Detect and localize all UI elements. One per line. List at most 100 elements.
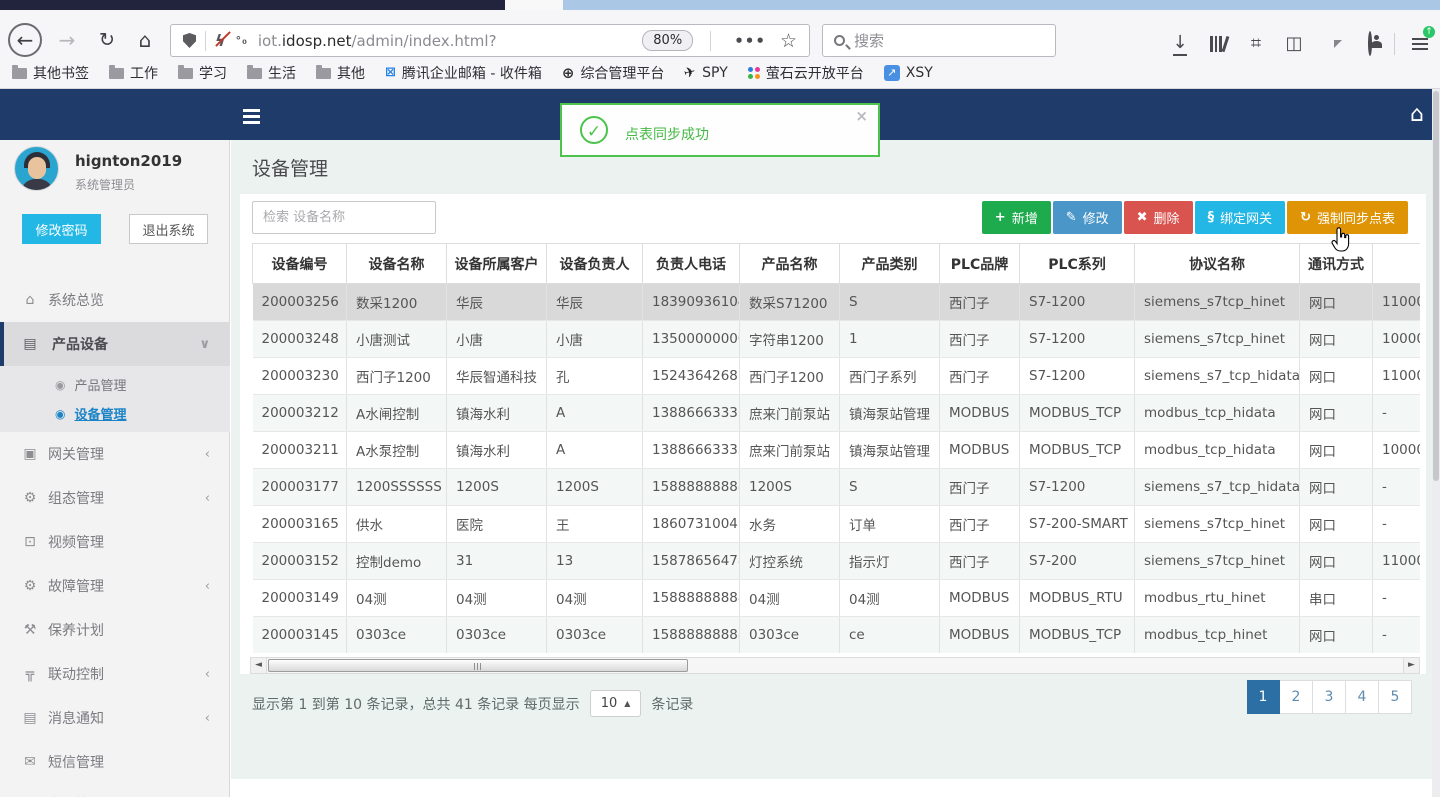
pager-page-4[interactable]: 4 bbox=[1346, 680, 1379, 714]
table-row[interactable]: 200003165 供水 医院王 18607310041 水务 订单 西门子 S7-200-S… bbox=[252, 505, 1420, 543]
table-cell: 西门子 bbox=[939, 542, 1020, 580]
table-row[interactable]: 200003212 A水闸控制 镇海水利 A 13886663333 庶来门前泵站 镇海泵站… bbox=[252, 394, 1420, 432]
table-row[interactable]: 200003230 西门子1200 华辰智通科技孔 15243642681 西门子120… bbox=[252, 357, 1420, 395]
table-row[interactable]: 200003149 04测 04测 04测 15888888888 04测 04测 MODBU… bbox=[252, 579, 1420, 617]
browser-home-button[interactable]: ⌂ bbox=[128, 23, 162, 57]
change-password-button[interactable]: 修改密码 bbox=[22, 214, 101, 244]
sidebar-subitem-设备管理[interactable]: ◉ 设备管理 bbox=[0, 399, 230, 428]
product-icon: ▤ bbox=[23, 336, 37, 352]
table-row[interactable]: 200003248 小唐测试 小唐 小唐 13500000000 字符串1200 1 西门子 S… bbox=[252, 320, 1420, 358]
column-header-设备所属客户[interactable]: 设备所属客户 bbox=[446, 243, 547, 284]
scrollbar-thumb[interactable] bbox=[268, 659, 688, 672]
table-row[interactable]: 200003256 数采1200 华辰 华辰 18390936104 数采S71200 S 西… bbox=[252, 283, 1420, 321]
scroll-left-arrow[interactable]: ◄ bbox=[251, 658, 267, 673]
account-icon[interactable] bbox=[1351, 31, 1389, 56]
library-icon[interactable] bbox=[1199, 35, 1237, 52]
reload-button[interactable]: ↻ bbox=[90, 23, 124, 57]
search-bar[interactable]: 搜索 bbox=[822, 24, 1056, 57]
column-header-产品类别[interactable]: 产品类别 bbox=[839, 243, 940, 284]
pager-page-1[interactable]: 1 bbox=[1247, 680, 1280, 714]
horizontal-scrollbar[interactable]: ◄ ► bbox=[250, 657, 1420, 674]
bookmark-item[interactable]: 其他书签 bbox=[12, 63, 89, 83]
table-row[interactable]: 200003152 控制demo 31 13 15878656478 灯控系统 指示灯 西门子… bbox=[252, 542, 1420, 580]
pager-page-2[interactable]: 2 bbox=[1280, 680, 1313, 714]
bookmark-item[interactable]: 工作 bbox=[109, 63, 158, 83]
success-check-icon: ✓ bbox=[580, 116, 608, 144]
column-header-产品名称[interactable]: 产品名称 bbox=[739, 243, 840, 284]
sidebar-item-网关管理[interactable]: ▣ 网关管理 ‹ bbox=[0, 432, 230, 476]
table-row[interactable]: 200003145 0303ce 0303ce 0303ce 15888888888 03… bbox=[252, 616, 1420, 653]
bookmark-item[interactable]: ↗ XSY bbox=[883, 64, 933, 81]
sidebar-subitem-产品管理[interactable]: ◉ 产品管理 bbox=[0, 370, 230, 399]
pager-page-5[interactable]: 5 bbox=[1379, 680, 1412, 714]
bookmark-item[interactable]: ✈ SPY bbox=[683, 63, 728, 81]
screenshot-icon[interactable]: ⌗ bbox=[1237, 33, 1275, 54]
action-button-删除[interactable]: ✖ 删除 bbox=[1123, 201, 1193, 234]
folder-icon bbox=[109, 65, 124, 79]
sidebar-item-短信管理[interactable]: ✉ 短信管理 bbox=[0, 740, 230, 784]
page-actions-icon[interactable]: ••• bbox=[734, 32, 766, 50]
scroll-right-arrow[interactable]: ► bbox=[1403, 658, 1419, 673]
bookmark-item[interactable]: ⊕ 综合管理平台 bbox=[562, 63, 665, 83]
avatar[interactable] bbox=[14, 146, 59, 191]
device-search-input[interactable] bbox=[252, 201, 436, 234]
bookmark-label: XSY bbox=[905, 64, 933, 81]
sidebar-item-卡号管理[interactable]: ▥卡号管理 bbox=[0, 784, 230, 797]
sidebar-item-组态管理[interactable]: ⚙ 组态管理 ‹ bbox=[0, 476, 230, 520]
table-cell: modbus_tcp_hinet bbox=[1134, 616, 1300, 653]
vertical-scrollbar[interactable] bbox=[1432, 89, 1440, 797]
table-cell: 华辰 bbox=[446, 283, 547, 321]
column-header-协议名称[interactable]: 协议名称 bbox=[1134, 243, 1300, 284]
column-header-负责人电话[interactable]: 负责人电话 bbox=[642, 243, 740, 284]
logout-button[interactable]: 退出系统 bbox=[129, 214, 208, 244]
xsy-icon: ↗ bbox=[883, 64, 900, 81]
tab-segment-blue[interactable] bbox=[563, 0, 1440, 10]
column-header-设备名称[interactable]: 设备名称 bbox=[346, 243, 447, 284]
column-header-PLC系列[interactable]: PLC系列 bbox=[1019, 243, 1135, 284]
downloads-icon[interactable]: ↓ bbox=[1161, 32, 1199, 56]
blocked-flash-icon[interactable]: ϟ bbox=[215, 31, 226, 50]
menu-hamburger-icon[interactable]: ↑ bbox=[1400, 25, 1440, 53]
column-header-PLC品牌[interactable]: PLC品牌 bbox=[939, 243, 1020, 284]
action-button-修改[interactable]: ✎ 修改 bbox=[1052, 201, 1122, 234]
column-header-已绑定网关[interactable]: 已绑定网关 bbox=[1372, 243, 1420, 284]
column-header-设备负责人[interactable]: 设备负责人 bbox=[546, 243, 643, 284]
sidebar-item-label: 视频管理 bbox=[48, 535, 104, 551]
bookmark-item[interactable]: 生活 bbox=[247, 63, 296, 83]
table-cell: 镇海泵站管理 bbox=[839, 394, 940, 432]
table-row[interactable]: 200003211 A水泵控制 镇海水利 A 13886663333 庶来门前泵站 镇海泵站… bbox=[252, 431, 1420, 469]
sidebar-collapse-icon[interactable] bbox=[243, 106, 260, 127]
vertical-scrollbar-thumb[interactable] bbox=[1433, 91, 1439, 481]
browser-tab-strip[interactable] bbox=[0, 0, 1440, 10]
sidebar-item-保养计划[interactable]: ⚒ 保养计划 bbox=[0, 608, 230, 652]
table-cell: - bbox=[1372, 579, 1420, 617]
zoom-level-badge[interactable]: 80% bbox=[642, 30, 694, 51]
bookmark-item[interactable]: 学习 bbox=[178, 63, 227, 83]
pager-page-3[interactable]: 3 bbox=[1313, 680, 1346, 714]
tab-segment-dark[interactable] bbox=[0, 0, 505, 10]
action-button-绑定网关[interactable]: § 绑定网关 bbox=[1194, 201, 1286, 234]
action-button-新增[interactable]: + 新增 bbox=[981, 201, 1051, 234]
bookmark-item[interactable]: ⊠ 腾讯企业邮箱 - 收件箱 bbox=[385, 63, 542, 83]
sidebar-item-故障管理[interactable]: ⚙ 故障管理 ‹ bbox=[0, 564, 230, 608]
permissions-icon[interactable]: °₀ bbox=[236, 34, 248, 47]
tab-segment-light[interactable] bbox=[505, 0, 563, 10]
url-bar[interactable]: ϟ °₀ iot.idosp.net/admin/index.html? 80%… bbox=[170, 24, 810, 57]
bookmark-item[interactable]: 萤石云开放平台 bbox=[747, 63, 864, 83]
page-size-select[interactable]: 10 ▲ bbox=[589, 690, 642, 717]
bookmark-item[interactable]: 其他 bbox=[316, 63, 365, 83]
app-home-icon[interactable]: ⌂ bbox=[1410, 102, 1424, 127]
tracking-shield-icon[interactable] bbox=[183, 33, 196, 48]
sidebar-item-系统总览[interactable]: ⌂ 系统总览 bbox=[0, 278, 230, 322]
sidebar-item-产品设备[interactable]: ▤ 产品设备 ∨ bbox=[0, 322, 230, 366]
sidebar-item-联动控制[interactable]: ╦ 联动控制 ‹ bbox=[0, 652, 230, 696]
toast-close-icon[interactable]: × bbox=[855, 107, 868, 125]
forward-button[interactable]: → bbox=[50, 23, 84, 57]
sidebar-item-视频管理[interactable]: ⊡ 视频管理 bbox=[0, 520, 230, 564]
sidebar-item-消息通知[interactable]: ▤ 消息通知 ‹ bbox=[0, 696, 230, 740]
column-header-设备编号[interactable]: 设备编号 bbox=[252, 243, 347, 284]
bookmark-star-icon[interactable]: ☆ bbox=[780, 30, 797, 52]
back-button[interactable]: ← bbox=[8, 23, 42, 57]
table-row[interactable]: 200003177 1200SSSSSS 1200S 1200S 15888888888… bbox=[252, 468, 1420, 506]
sidebar-toggle-icon[interactable]: ◫ bbox=[1275, 33, 1313, 54]
